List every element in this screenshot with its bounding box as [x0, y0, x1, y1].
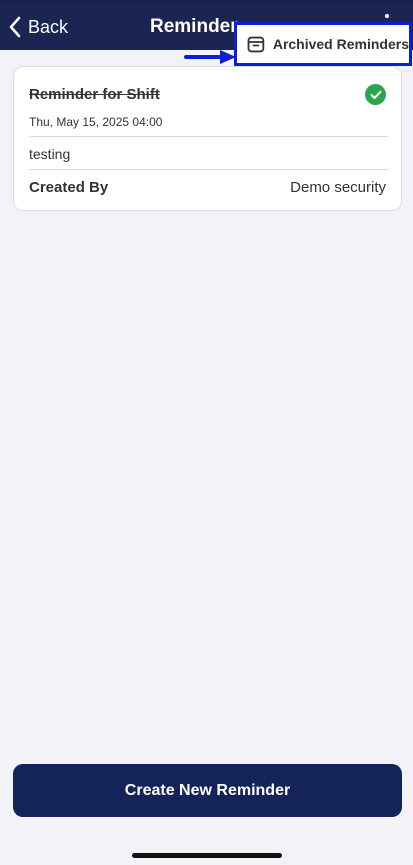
reminder-card[interactable]: Reminder for Shift Thu, May 15, 2025 04:…: [13, 66, 402, 211]
archive-box-icon: [247, 36, 265, 52]
home-indicator: [132, 853, 282, 858]
back-label: Back: [28, 16, 69, 37]
chevron-left-icon: [9, 16, 21, 38]
back-button[interactable]: Back: [8, 4, 68, 50]
reminder-title: Reminder for Shift: [29, 86, 160, 103]
created-by-value: Demo security: [290, 179, 386, 196]
archived-reminders-menu-item[interactable]: Archived Reminders: [234, 22, 412, 66]
created-by-label: Created By: [29, 179, 109, 196]
reminder-datetime: Thu, May 15, 2025 04:00: [29, 115, 163, 129]
create-new-reminder-button[interactable]: Create New Reminder: [13, 764, 402, 817]
highlight-arrow: [184, 50, 236, 64]
divider: [29, 169, 388, 170]
divider: [29, 136, 388, 137]
more-menu-icon[interactable]: [380, 14, 394, 20]
reminder-description: testing: [29, 146, 71, 162]
archived-reminders-label: Archived Reminders: [272, 36, 409, 52]
completed-check-icon: [365, 84, 386, 105]
page-title: Reminder: [150, 16, 238, 37]
